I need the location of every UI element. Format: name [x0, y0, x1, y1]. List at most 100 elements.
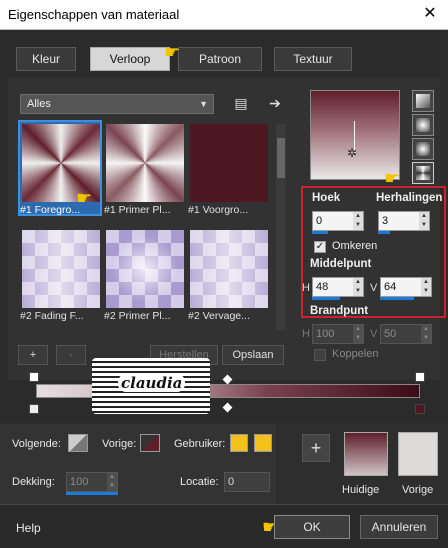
sunburst-style-button[interactable]	[412, 138, 434, 160]
middel-v-value: 64	[384, 281, 397, 293]
color-midpoint[interactable]	[222, 402, 233, 413]
middel-v-slider[interactable]	[380, 297, 414, 300]
middel-v-input[interactable]: 64 ▲ ▼	[380, 277, 432, 297]
stepper-icon: ▲ ▼	[421, 325, 431, 343]
hoek-slider[interactable]	[312, 231, 328, 234]
category-value: Alles	[27, 98, 51, 110]
tab-textuur[interactable]: Textuur	[274, 47, 352, 71]
gradient-preview	[190, 230, 268, 308]
close-icon[interactable]: ✕	[422, 5, 438, 23]
middel-h-input[interactable]: 48 ▲ ▼	[312, 277, 364, 297]
koppelen-checkbox	[314, 349, 326, 361]
gradient-caption: #2 Fading F...	[20, 310, 84, 322]
dekking-label: Dekking:	[12, 476, 55, 488]
gradient-caption: #1 Primer Pl...	[104, 204, 171, 216]
cancel-button[interactable]: Annuleren	[360, 515, 438, 539]
brand-h-label: H	[302, 328, 310, 340]
omkeren-checkbox[interactable]: ✓	[314, 241, 326, 253]
stepper-icon[interactable]: ▲ ▼	[353, 278, 363, 296]
opacity-stop-start[interactable]	[29, 372, 39, 382]
library-scrollbar[interactable]	[276, 124, 286, 330]
hoek-value: 0	[316, 215, 323, 227]
gradient-thumb[interactable]: #1 Voorgro...	[188, 122, 268, 216]
gradient-thumb[interactable]: #2 Primer Pl...	[104, 228, 184, 322]
hoek-input[interactable]: 0 ▲ ▼	[312, 211, 364, 231]
new-gradient-icon[interactable]: ▤	[232, 94, 250, 112]
gradient-thumb[interactable]: #2 Fading F...	[20, 228, 100, 322]
vorige-label: Vorige:	[102, 438, 137, 450]
herhalingen-label: Herhalingen	[376, 192, 443, 204]
locatie-input[interactable]: 0	[224, 472, 270, 492]
tab-kleur[interactable]: Kleur	[16, 47, 76, 71]
stepper-icon[interactable]: ▲ ▼	[107, 473, 117, 491]
gradient-thumb[interactable]: #1 Foregro... ☛	[18, 120, 102, 216]
ok-button[interactable]: OK	[274, 515, 350, 539]
stepper-icon[interactable]: ▲ ▼	[421, 278, 431, 296]
locatie-label: Locatie:	[180, 476, 219, 488]
brand-v-input: 50 ▲ ▼	[380, 324, 432, 344]
pointing-hand-icon: ☛	[76, 188, 93, 208]
gradient-preview-large[interactable]: ✲	[310, 90, 400, 180]
huidige-swatch[interactable]	[344, 432, 388, 476]
dekking-slider[interactable]	[66, 492, 118, 495]
stepper-icon: ▲ ▼	[353, 325, 363, 343]
arrow-right-icon[interactable]: ➔	[266, 94, 284, 112]
stepper-icon[interactable]: ▲ ▼	[353, 212, 363, 230]
middel-h-value: 48	[316, 281, 329, 293]
color-stop-start[interactable]	[29, 404, 39, 414]
hoek-label: Hoek	[312, 192, 341, 204]
color-stop-end[interactable]	[415, 404, 425, 414]
gebruiker-swatch[interactable]	[230, 434, 248, 452]
radial-style-button[interactable]	[412, 162, 434, 184]
middelpunt-label: Middelpunt	[310, 258, 372, 270]
add-gradient-button[interactable]: +	[18, 345, 48, 365]
gradient-preview	[22, 230, 100, 308]
linear-style-button[interactable]	[412, 90, 434, 112]
locatie-value: 0	[228, 476, 235, 488]
add-color-button[interactable]: +	[302, 434, 330, 462]
gradient-library: #1 Foregro... ☛ #1 Primer Pl... #1 Voorg…	[18, 120, 276, 332]
vorige-color-swatch[interactable]	[140, 434, 160, 452]
gradient-preview	[190, 124, 268, 202]
tab-patroon[interactable]: Patroon	[178, 47, 262, 71]
gradient-caption: #2 Vervage...	[188, 310, 250, 322]
middel-h-label: H	[302, 282, 310, 294]
volgende-swatch[interactable]	[68, 434, 88, 452]
pointing-hand-icon: ☛	[164, 42, 181, 62]
huidige-label: Huidige	[342, 484, 380, 496]
stepper-icon[interactable]: ▲ ▼	[419, 212, 429, 230]
help-link[interactable]: Help	[16, 521, 41, 535]
middel-h-slider[interactable]	[312, 297, 340, 300]
volgende-label: Volgende:	[12, 438, 61, 450]
vorige-swatch[interactable]	[398, 432, 438, 476]
brand-v-value: 50	[384, 328, 397, 340]
gebruiker-label: Gebruiker:	[174, 438, 226, 450]
gradient-caption: #1 Voorgro...	[188, 204, 249, 216]
window-title: Eigenschappen van materiaal	[8, 7, 180, 22]
omkeren-label: Omkeren	[332, 240, 378, 252]
watermark-logo: claudia	[92, 358, 210, 414]
dekking-value: 100	[70, 476, 89, 488]
gradient-caption: #2 Primer Pl...	[104, 310, 171, 322]
tab-bar: Kleur Verloop Patroon Textuur ☛	[8, 42, 438, 74]
vorige-swatch-label: Vorige	[402, 484, 434, 496]
herhalingen-input[interactable]: 3 ▲ ▼	[378, 211, 430, 231]
gradient-preview	[106, 230, 184, 308]
scrollbar-thumb[interactable]	[277, 138, 285, 178]
gebruiker-swatch[interactable]	[254, 434, 272, 452]
brand-h-input: 100 ▲ ▼	[312, 324, 364, 344]
watermark-text: claudia	[118, 374, 186, 392]
category-dropdown[interactable]: Alles ▼	[20, 94, 214, 114]
tab-verloop[interactable]: Verloop	[90, 47, 170, 71]
middel-v-label: V	[370, 282, 378, 294]
dekking-input[interactable]: 100 ▲ ▼	[66, 472, 118, 492]
title-bar: Eigenschappen van materiaal ✕	[0, 0, 448, 30]
save-button[interactable]: Opslaan	[222, 345, 284, 365]
gradient-thumb[interactable]: #2 Vervage...	[188, 228, 268, 322]
opacity-stop-end[interactable]	[415, 372, 425, 382]
rectangular-style-button[interactable]	[412, 114, 434, 136]
koppelen-label: Koppelen	[332, 348, 379, 360]
herhalingen-slider[interactable]	[378, 231, 390, 234]
gradient-thumb[interactable]: #1 Primer Pl...	[104, 122, 184, 216]
center-marker-icon[interactable]: ✲	[347, 146, 357, 160]
